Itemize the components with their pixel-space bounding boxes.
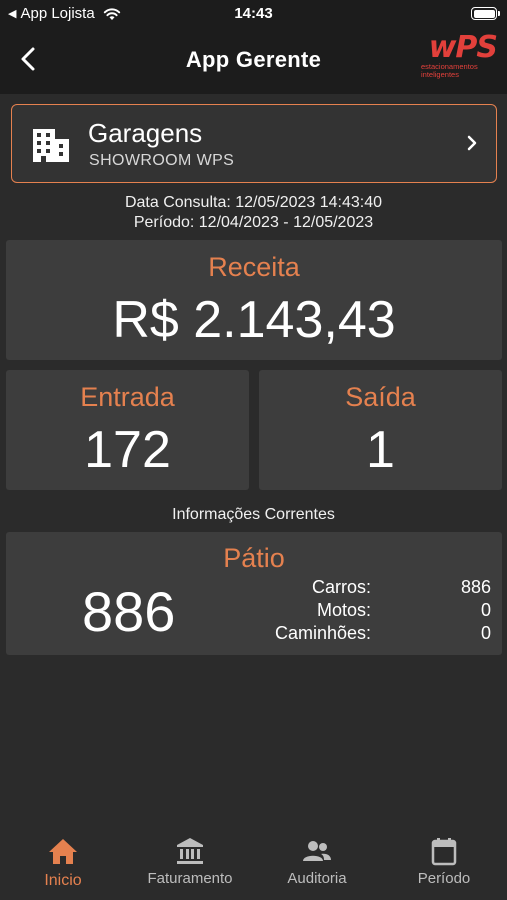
patio-row-label: Motos: [316,600,371,620]
tab-inicio[interactable]: Inicio [0,822,126,900]
home-icon [49,839,77,864]
entrada-panel: Entrada 172 [6,370,249,490]
patio-label: Pátio [223,543,285,573]
garage-subtitle: SHOWROOM WPS [89,152,235,169]
battery-icon [471,7,500,20]
receita-label: Receita [208,252,300,282]
logo-mark: wPS [428,30,498,65]
building-icon [33,129,69,162]
wps-logo: wPS estacionamentos inteligentes [419,30,498,87]
tab-auditoria[interactable]: Auditoria [254,822,380,900]
patio-breakdown: Carros: 886 Motos: 0 Caminhões: 0 [251,576,491,645]
entrada-label: Entrada [80,382,175,412]
saida-panel: Saída 1 [259,370,502,490]
status-bar: ◀ App Lojista 14:43 [0,0,507,28]
receita-value: R$ 2.143,43 [112,291,396,349]
logo-sub-line2: inteligentes [421,70,459,79]
patio-row-label: Caminhões: [274,623,371,643]
tab-label: Auditoria [287,870,347,887]
tab-label: Inicio [44,872,82,889]
entrada-value: 172 [84,421,171,479]
patio-panel: Pátio 886 Carros: 886 Motos: 0 Caminhões… [6,532,502,655]
consulta-info: Data Consulta: 12/05/2023 14:43:40 Perío… [0,193,507,233]
saida-label: Saída [345,382,416,412]
patio-row-caminhoes: Caminhões: 0 [251,622,491,645]
bank-icon [177,838,203,864]
chevron-right-icon [467,135,477,151]
data-consulta: Data Consulta: 12/05/2023 14:43:40 [124,194,383,211]
people-icon [303,841,331,861]
patio-row-value: 0 [480,600,491,620]
patio-row-label: Carros: [311,577,371,597]
periodo: Período: 12/04/2023 - 12/05/2023 [133,214,374,231]
receita-panel: Receita R$ 2.143,43 [6,240,502,360]
nav-bar: App Gerente wPS estacionamentos intelige… [0,28,507,94]
garage-selector[interactable]: Garagens SHOWROOM WPS [11,104,497,183]
saida-value: 1 [366,421,395,479]
patio-row-motos: Motos: 0 [251,599,491,622]
tab-faturamento[interactable]: Faturamento [127,822,253,900]
patio-row-value: 886 [460,577,491,597]
tab-label: Faturamento [147,870,233,887]
patio-row-carros: Carros: 886 [251,576,491,599]
status-time: 14:43 [234,5,273,22]
tab-periodo[interactable]: Período [381,822,507,900]
garage-title: Garagens [88,118,203,148]
patio-row-value: 0 [480,623,491,643]
info-correntes-heading: Informações Correntes [172,506,335,523]
calendar-icon [431,838,457,866]
tab-bar: Inicio Faturamento Auditoria Período [0,822,507,900]
patio-total: 886 [82,580,176,643]
tab-label: Período [417,870,471,887]
